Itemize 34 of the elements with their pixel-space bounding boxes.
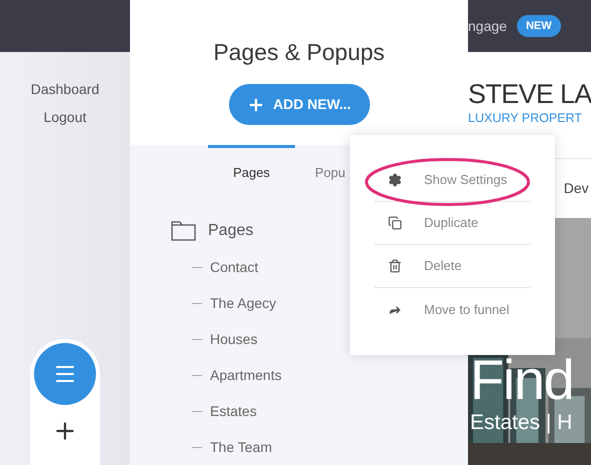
trash-icon xyxy=(388,259,402,273)
page-item[interactable]: The Team xyxy=(210,436,272,458)
page-item[interactable]: The Agecy xyxy=(210,292,276,314)
nav-link[interactable]: ngage xyxy=(468,16,507,36)
folder-icon xyxy=(171,221,196,241)
sidebar-link[interactable]: Dashboard xyxy=(30,79,100,99)
folder-label: Pages xyxy=(208,221,254,241)
page-item[interactable]: Houses xyxy=(210,328,258,350)
page-item[interactable]: Estates xyxy=(210,400,257,422)
hero-subtitle: Estates | H xyxy=(470,410,574,436)
site-subheading: LUXURY PROPERT xyxy=(468,110,583,126)
tree-dash-icon xyxy=(192,410,202,412)
tree-dash-icon xyxy=(192,338,202,340)
gear-icon xyxy=(388,173,402,187)
page-item[interactable]: Apartments xyxy=(210,364,282,386)
tab[interactable]: Popu xyxy=(295,145,382,197)
tree-dash-icon xyxy=(192,374,202,376)
tree-dash-icon xyxy=(192,446,202,448)
menu-button[interactable] xyxy=(34,343,96,405)
sidebar-link[interactable]: Logout xyxy=(44,107,86,127)
plus-icon xyxy=(247,96,266,114)
menu-item[interactable]: Duplicate xyxy=(424,213,478,233)
site-nav-item[interactable]: Dev xyxy=(564,178,591,199)
add-new-button[interactable]: ADD NEW... xyxy=(228,84,370,125)
page-item[interactable]: Contact xyxy=(210,256,258,278)
tree-dash-icon xyxy=(192,302,202,304)
tree-dash-icon xyxy=(192,266,202,268)
copy-icon xyxy=(388,216,402,230)
menu-item[interactable]: Delete xyxy=(424,256,462,276)
menu-item[interactable]: Move to funnel xyxy=(424,300,510,320)
panel-title: Pages & Popups xyxy=(213,38,385,66)
hero-title: Find xyxy=(470,350,574,410)
new-badge: NEW xyxy=(516,14,561,38)
tab[interactable]: Pages xyxy=(208,145,295,197)
